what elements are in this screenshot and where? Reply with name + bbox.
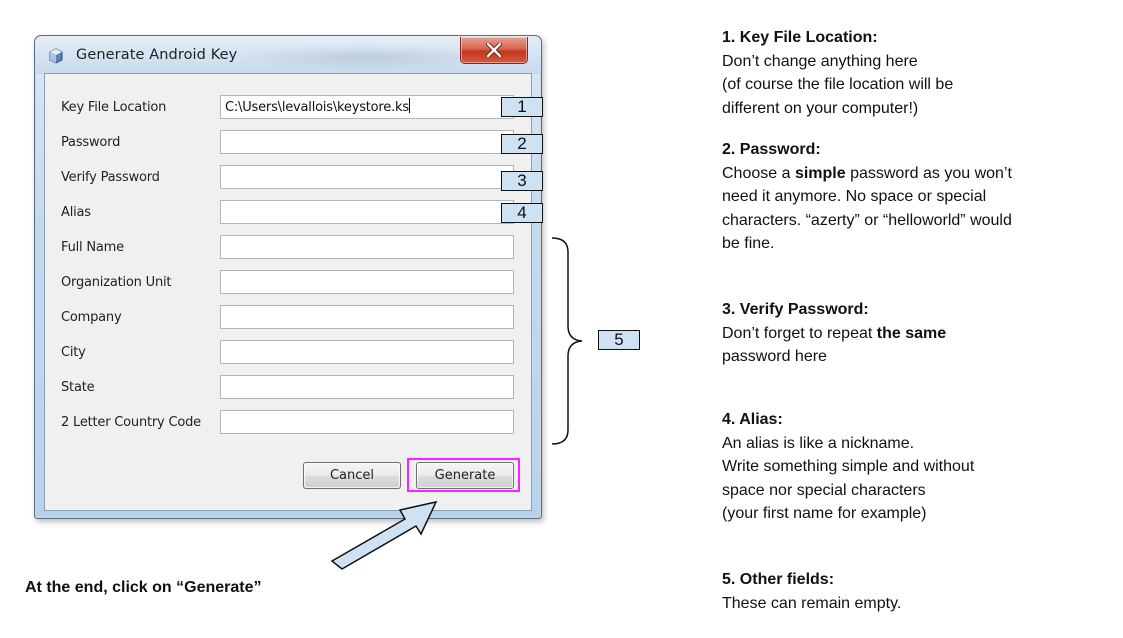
emphasis: the same: [876, 324, 947, 342]
note-line: (of course the file location will be: [722, 76, 954, 93]
alias-label: Alias: [61, 205, 91, 220]
company-label: Company: [61, 310, 122, 325]
note-line: characters. “azerty” or “helloworld” wou…: [722, 211, 1012, 229]
note-alias: 4. Alias: An alias is like a nickname. W…: [722, 408, 1112, 526]
city-input[interactable]: [220, 340, 514, 364]
note-line: Don’t forget to repeat the same: [722, 324, 947, 342]
text-caret: [408, 98, 410, 113]
note-line: Write something simple and without: [722, 458, 975, 475]
verify-password-input[interactable]: [220, 165, 514, 189]
country-code-input[interactable]: [220, 410, 514, 434]
note-line: Don’t change anything here: [722, 52, 918, 70]
key-file-location-input[interactable]: C:\Users\levallois\keystore.ks: [220, 95, 514, 119]
state-label: State: [61, 380, 95, 395]
organization-unit-label: Organization Unit: [61, 275, 172, 290]
note-line: An alias is like a nickname.: [722, 434, 915, 452]
app-cube-icon: [48, 48, 64, 64]
dialog-body: Key File Location C:\Users\levallois\key…: [44, 73, 532, 511]
field-row-company: Company: [45, 305, 531, 331]
note-heading: 2. Password:: [722, 141, 821, 158]
close-button[interactable]: [460, 37, 528, 64]
organization-unit-input[interactable]: [220, 270, 514, 294]
key-file-location-label: Key File Location: [61, 100, 167, 115]
field-row-city: City: [45, 340, 531, 366]
note-other-fields: 5. Other fields: These can remain empty.: [722, 568, 1112, 615]
field-row-password: Password: [45, 130, 531, 156]
note-line: need it anymore. No space or special: [722, 188, 987, 205]
callout-3: 3: [501, 171, 543, 191]
password-input[interactable]: [220, 130, 514, 154]
field-row-full-name: Full Name: [45, 235, 531, 261]
full-name-input[interactable]: [220, 235, 514, 259]
field-row-country-code: 2 Letter Country Code: [45, 410, 531, 436]
cancel-button[interactable]: Cancel: [303, 462, 401, 489]
note-line: different on your computer!): [722, 99, 919, 117]
instruction-text: At the end, click on “Generate”: [25, 579, 262, 596]
alias-input[interactable]: [220, 200, 514, 224]
city-label: City: [61, 345, 86, 360]
state-input[interactable]: [220, 375, 514, 399]
full-name-label: Full Name: [61, 240, 124, 255]
key-file-location-value: C:\Users\levallois\keystore.ks: [225, 100, 409, 115]
generate-button[interactable]: Generate: [416, 462, 514, 489]
country-code-label: 2 Letter Country Code: [61, 415, 201, 430]
note-verify-password: 3. Verify Password: Don’t forget to repe…: [722, 298, 1112, 369]
callout-1: 1: [501, 97, 543, 117]
field-row-state: State: [45, 375, 531, 401]
emphasis: simple: [794, 164, 846, 182]
callout-4: 4: [501, 203, 543, 223]
pointer-arrow-icon: [330, 500, 438, 570]
note-heading: 3. Verify Password:: [722, 301, 869, 318]
field-row-key-file-location: Key File Location C:\Users\levallois\key…: [45, 95, 531, 121]
field-row-verify-password: Verify Password: [45, 165, 531, 191]
curly-brace-icon: [551, 237, 583, 445]
close-icon: [486, 43, 502, 57]
callout-5: 5: [598, 330, 640, 350]
note-line: password here: [722, 348, 827, 365]
note-line: space nor special characters: [722, 481, 926, 499]
password-label: Password: [61, 135, 121, 150]
note-line: Choose a simple password as you won’t: [722, 164, 1012, 182]
note-line: These can remain empty.: [722, 594, 902, 612]
note-line: be fine.: [722, 235, 775, 252]
note-line: (your first name for example): [722, 505, 927, 522]
note-key-file-location: 1. Key File Location: Don’t change anyth…: [722, 26, 1112, 120]
note-heading: 4. Alias:: [722, 411, 783, 428]
callout-2: 2: [501, 134, 543, 154]
company-input[interactable]: [220, 305, 514, 329]
note-heading: 5. Other fields:: [722, 571, 835, 588]
generate-android-key-dialog: Generate Android Key Key File Location C…: [34, 35, 542, 519]
note-password: 2. Password: Choose a simple password as…: [722, 138, 1112, 256]
verify-password-label: Verify Password: [61, 170, 160, 185]
note-heading: 1. Key File Location:: [722, 29, 878, 46]
field-row-alias: Alias: [45, 200, 531, 226]
field-row-organization-unit: Organization Unit: [45, 270, 531, 296]
dialog-title: Generate Android Key: [76, 47, 238, 63]
